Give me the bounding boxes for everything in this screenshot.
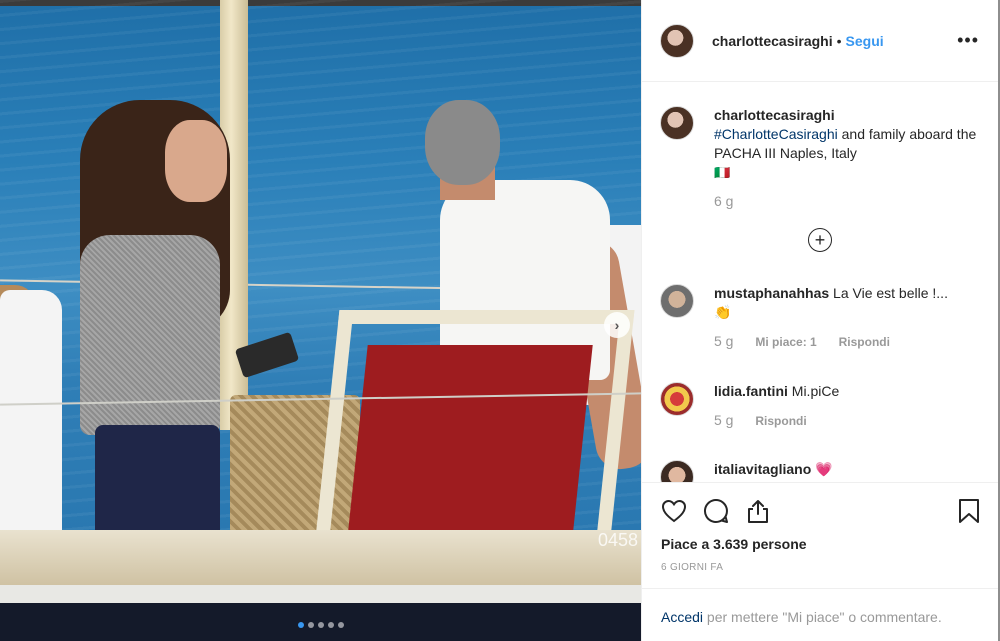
avatar[interactable]	[660, 382, 694, 416]
list-item: italiavitagliano 💗	[660, 460, 984, 482]
heart-icon	[661, 499, 687, 523]
list-item: mustaphanahhas La Vie est belle !... 👏 5…	[660, 284, 984, 352]
post-actions: Piace a 3.639 persone 6 GIORNI FA	[642, 482, 999, 588]
carousel-dot[interactable]	[308, 622, 314, 628]
boat-deck	[0, 530, 641, 590]
child-figure	[0, 290, 62, 560]
list-item: lidia.fantini Mi.piCe 5 g Rispondi	[660, 382, 984, 431]
woman-face	[165, 120, 227, 202]
post-photo[interactable]: 0458 ›	[0, 0, 641, 641]
carousel-dot[interactable]	[338, 622, 344, 628]
likes-count[interactable]: Piace a 3.639 persone	[661, 536, 807, 552]
photo-watermark: 0458	[598, 530, 639, 550]
comment-text: Mi.piCe	[791, 383, 840, 399]
login-prompt: Accedi per mettere "Mi piace" o commenta…	[642, 588, 999, 641]
login-link[interactable]: Accedi	[661, 609, 703, 625]
carousel-next-button[interactable]: ›	[604, 312, 630, 338]
carousel-dot[interactable]	[298, 622, 304, 628]
comment-username[interactable]: mustaphanahhas	[714, 285, 829, 301]
like-button[interactable]	[660, 497, 688, 525]
man-head	[425, 100, 500, 185]
comment-text: La Vie est belle !...	[833, 285, 948, 301]
post-header: charlottecasiraghi • Segui •••	[642, 0, 999, 82]
carousel-dot[interactable]	[318, 622, 324, 628]
load-more-comments-button[interactable]: +	[808, 228, 832, 252]
clapping-hands-icon: 👏	[714, 304, 732, 320]
italy-flag-icon: 🇮🇹	[714, 165, 731, 180]
header-separator: •	[836, 32, 842, 49]
follow-button[interactable]: Segui	[846, 33, 884, 49]
avatar[interactable]	[660, 284, 694, 318]
post-sidebar: charlottecasiraghi • Segui ••• charlotte…	[641, 0, 999, 641]
caption-username[interactable]: charlottecasiraghi	[714, 107, 835, 123]
comment-likes-link[interactable]: Mi piace: 1	[755, 335, 816, 349]
woman-jacket	[80, 235, 220, 435]
avatar[interactable]	[660, 460, 694, 482]
comment-time[interactable]: 5 g	[714, 333, 733, 349]
comment-time[interactable]: 5 g	[714, 412, 733, 428]
post-date[interactable]: 6 GIORNI FA	[661, 562, 723, 573]
caption: charlottecasiraghi #CharlotteCasiraghi a…	[660, 106, 984, 211]
reply-button[interactable]: Rispondi	[839, 335, 890, 349]
comments-list[interactable]: charlottecasiraghi #CharlotteCasiraghi a…	[642, 82, 999, 482]
caption-hashtag[interactable]: #CharlotteCasiraghi	[714, 126, 838, 142]
carousel-dot[interactable]	[328, 622, 334, 628]
chevron-right-icon: ›	[614, 317, 620, 333]
caption-time[interactable]: 6 g	[714, 193, 733, 209]
bookmark-icon	[959, 499, 979, 523]
pink-heart-icon: 💗	[815, 461, 833, 477]
reply-button[interactable]: Rispondi	[755, 414, 806, 428]
share-button[interactable]	[744, 497, 772, 525]
plus-icon: +	[814, 230, 826, 250]
more-icon[interactable]: •••	[957, 31, 979, 49]
share-icon	[748, 500, 768, 523]
avatar[interactable]	[660, 23, 694, 58]
header-username[interactable]: charlottecasiraghi	[712, 33, 833, 49]
avatar[interactable]	[660, 106, 694, 140]
carousel-dots	[298, 622, 344, 628]
comment-username[interactable]: lidia.fantini	[714, 383, 788, 399]
comment-button[interactable]	[702, 497, 730, 525]
login-text: per mettere "Mi piace" o commentare.	[703, 609, 942, 625]
boat-hull	[0, 585, 641, 641]
save-button[interactable]	[955, 497, 983, 525]
comment-username[interactable]: italiavitagliano	[714, 461, 811, 477]
comment-icon	[704, 498, 728, 523]
